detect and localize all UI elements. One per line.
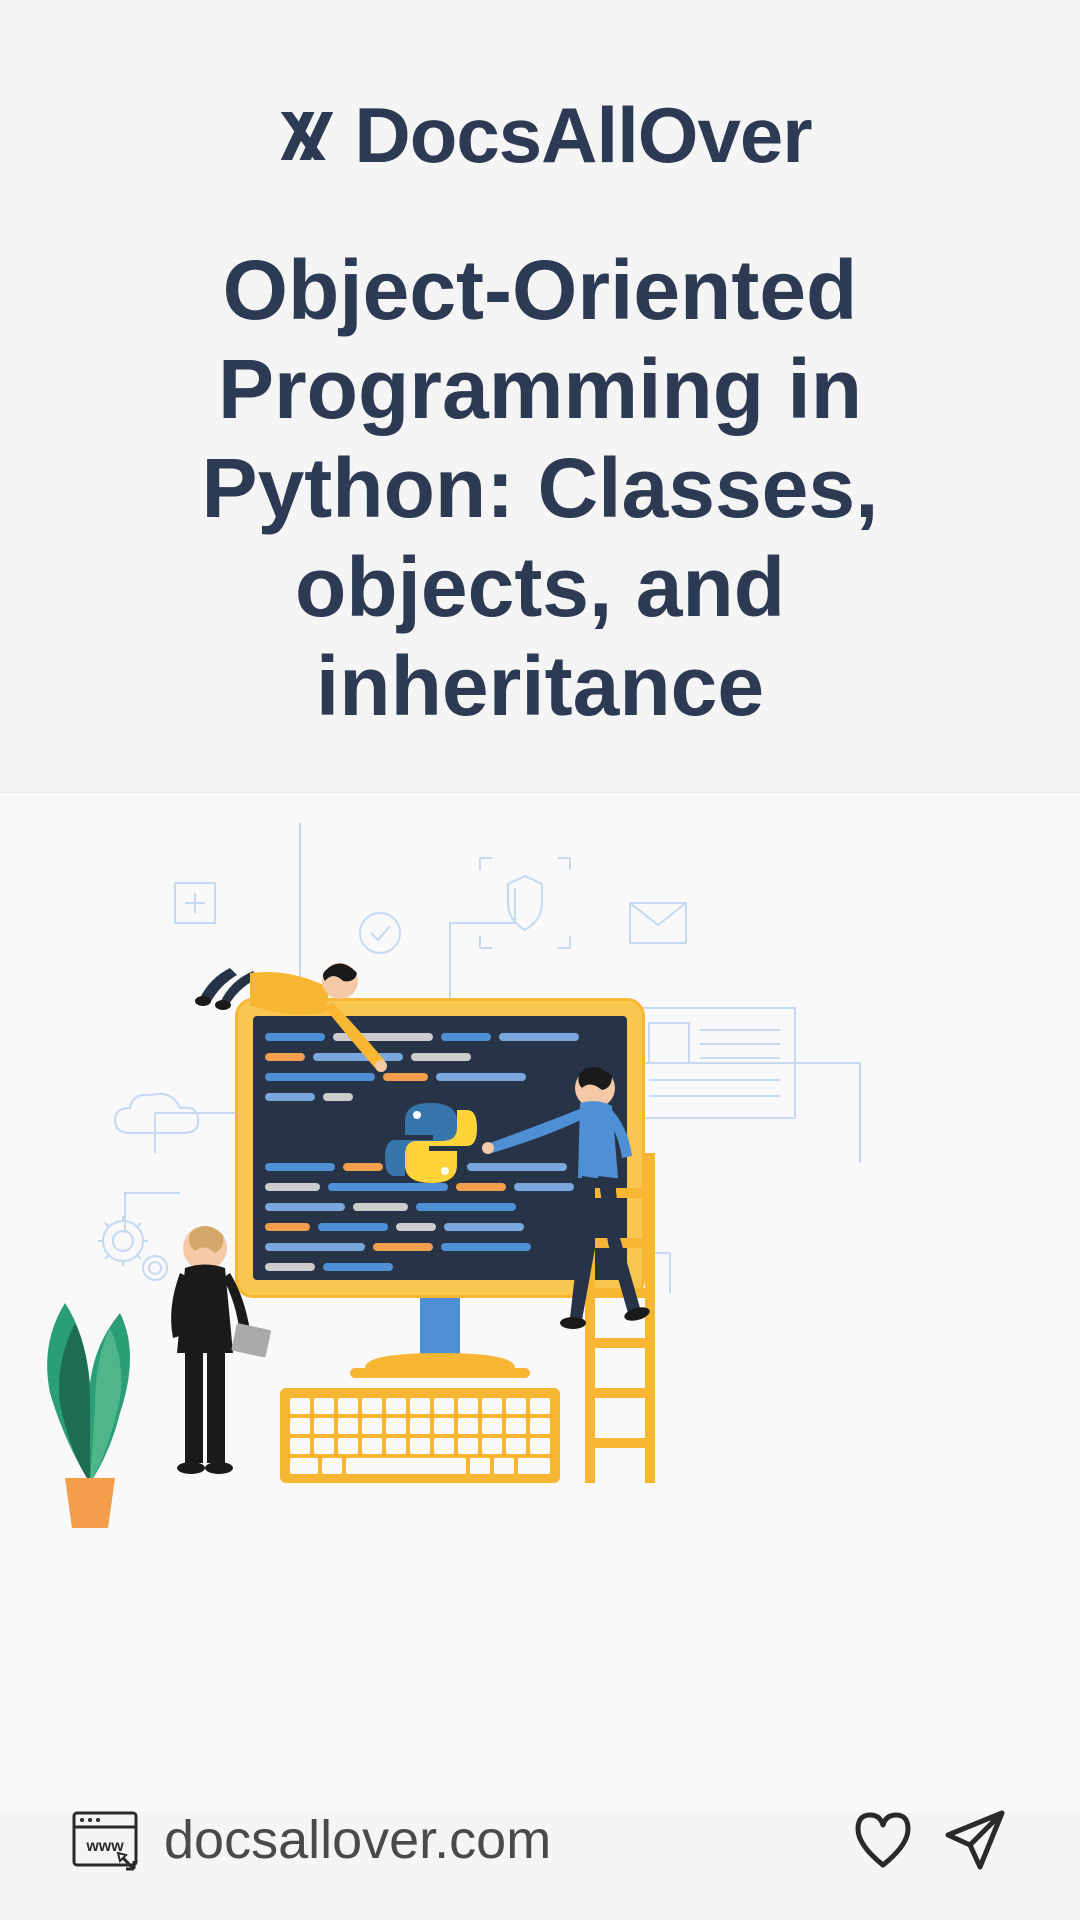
gear-icon	[98, 1216, 167, 1280]
plus-box-icon	[175, 883, 215, 923]
stripe-x-icon	[268, 106, 346, 166]
envelope-icon	[630, 903, 686, 943]
brand-name: DocsAllOver	[354, 90, 811, 181]
hero-illustration	[0, 792, 1080, 1812]
brand-logo: DocsAllOver	[40, 90, 1040, 181]
page-title: Object-Oriented Programming in Python: C…	[40, 241, 1040, 737]
paper-plane-icon[interactable]	[940, 1805, 1010, 1875]
footer: www docsallover.com	[0, 1760, 1080, 1920]
check-icon	[360, 913, 400, 953]
website-url: docsallover.com	[164, 1809, 551, 1871]
heart-icon[interactable]	[848, 1805, 918, 1875]
browser-www-icon: www	[70, 1805, 140, 1875]
keyboard-illustration	[280, 1388, 560, 1483]
shield-icon	[480, 858, 570, 948]
plant-illustration	[47, 1303, 130, 1528]
